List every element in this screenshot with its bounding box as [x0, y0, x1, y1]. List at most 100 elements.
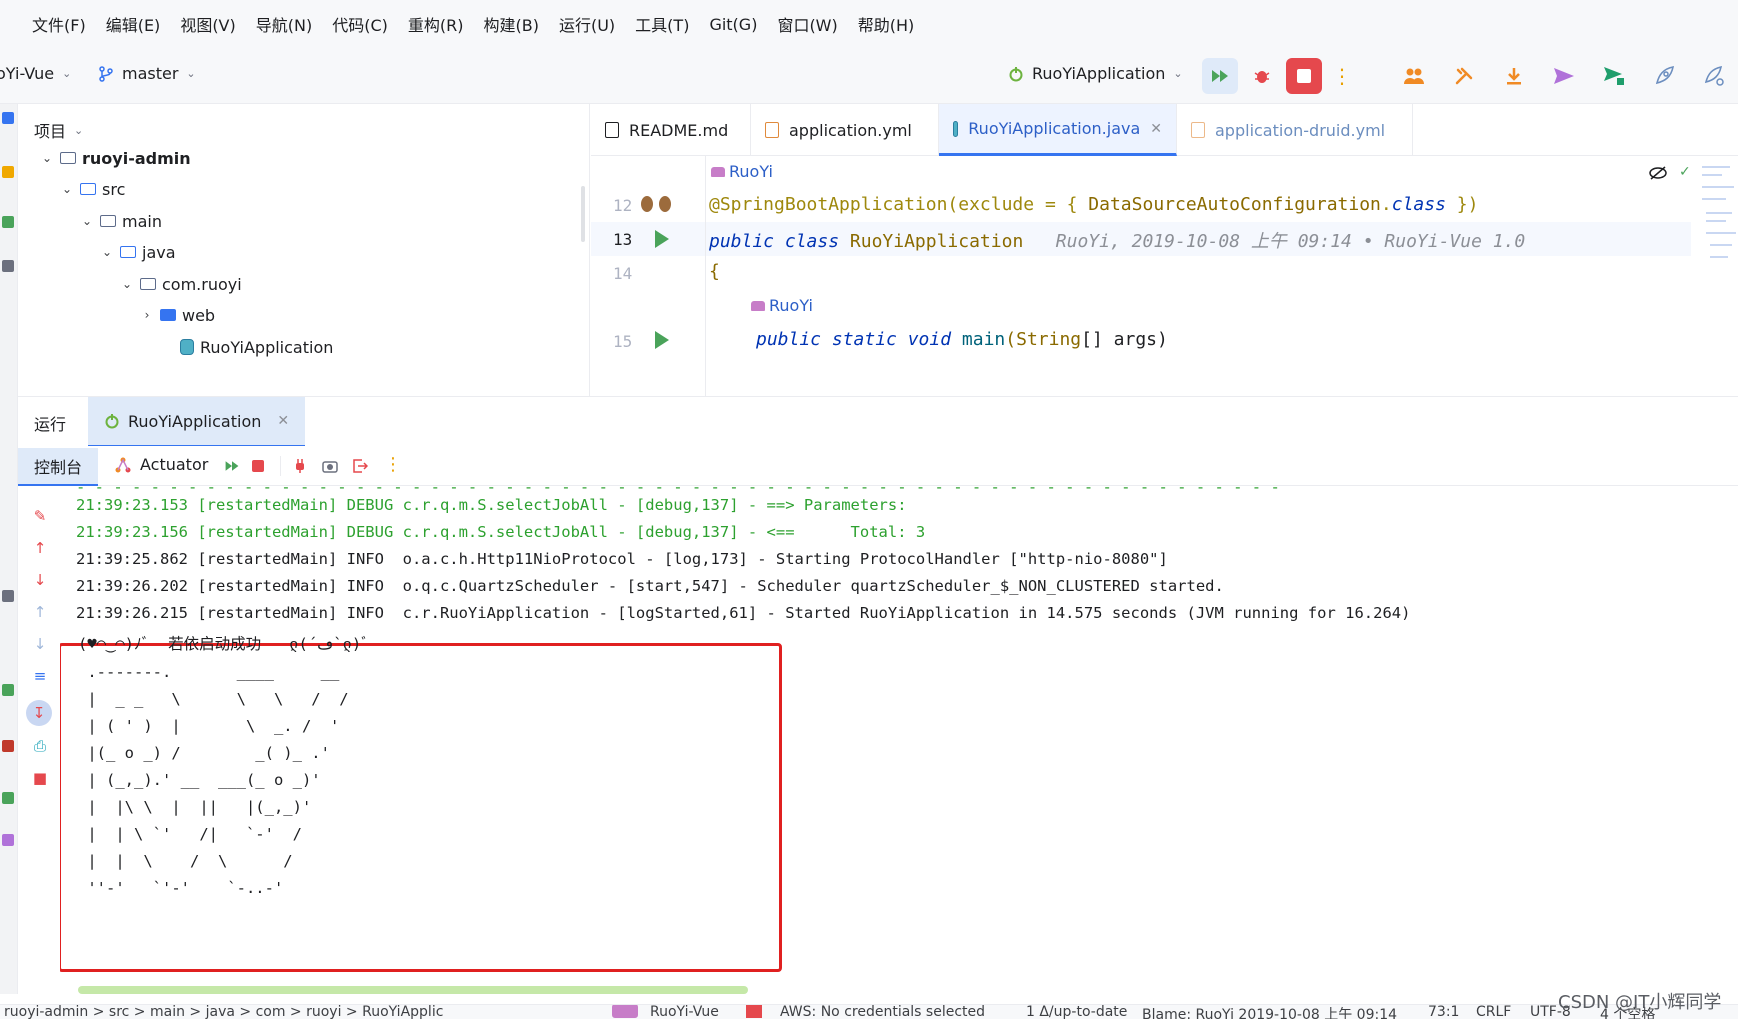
menu-tools[interactable]: 工具(T) [635, 12, 689, 36]
services-tool-icon[interactable] [2, 590, 14, 602]
rerun-icon[interactable] [224, 458, 240, 474]
run-tab-ruoyiapplication[interactable]: RuoYiApplication ✕ [88, 397, 306, 447]
actuator-icon [115, 457, 131, 472]
status-aws[interactable]: AWS: No credentials selected [780, 1005, 985, 1019]
tab-application-yml[interactable]: application.yml [751, 104, 939, 156]
download-button[interactable] [1496, 58, 1532, 94]
rerun-button[interactable] [1202, 58, 1238, 94]
arrow-up-icon[interactable]: ↑ [32, 540, 48, 556]
project-panel-header[interactable]: 项目 ⌄ [34, 118, 83, 142]
menu-refactor[interactable]: 重构(R) [408, 12, 464, 36]
rocket-button[interactable] [1646, 58, 1682, 94]
project-selector[interactable]: oYi-Vue ⌄ [0, 64, 71, 83]
plug-icon[interactable] [292, 458, 308, 474]
tree-item-web[interactable]: › web [140, 301, 216, 329]
arrow-down-icon[interactable]: ↓ [32, 572, 48, 588]
chevron-down-icon: ⌄ [61, 182, 73, 196]
status-project[interactable]: RuoYi-Vue [650, 1005, 719, 1019]
console-line: 21:39:23.156 [restartedMain] DEBUG c.r.q… [76, 523, 926, 541]
structure-tool-icon[interactable] [2, 216, 14, 228]
menu-code[interactable]: 代码(C) [332, 12, 388, 36]
scroll-to-end-icon[interactable]: ↧ [26, 700, 52, 726]
more-vertical-icon[interactable]: ⋮ [384, 454, 402, 475]
menu-view[interactable]: 视图(V) [180, 12, 235, 36]
stop-button[interactable] [1286, 58, 1322, 94]
print-icon[interactable]: ⎙ [32, 738, 48, 754]
menu-navigate[interactable]: 导航(N) [256, 12, 312, 36]
status-line-separator[interactable]: CRLF [1476, 1005, 1511, 1019]
users-button[interactable] [1396, 58, 1432, 94]
close-tab-icon[interactable]: ✕ [277, 413, 289, 429]
project-name: oYi-Vue [0, 64, 55, 83]
run-config-selector[interactable]: RuoYiApplication ⌄ [1008, 64, 1183, 83]
code-line-14[interactable]: { [709, 261, 720, 282]
menu-run[interactable]: 运行(U) [559, 12, 615, 36]
bookmarks-tool-icon[interactable] [2, 260, 14, 272]
menu-edit[interactable]: 编辑(E) [106, 12, 161, 36]
branch-selector[interactable]: master ⌄ [98, 64, 196, 83]
menu-help[interactable]: 帮助(H) [858, 12, 915, 36]
tree-item-main[interactable]: ⌄ main [80, 207, 162, 235]
tree-item-java[interactable]: ⌄ java [100, 238, 176, 266]
console-horizontal-scrollbar[interactable] [78, 986, 748, 994]
deploy-button[interactable] [1596, 58, 1632, 94]
tree-item-ruoyiapplication[interactable]: RuoYiApplication [160, 333, 333, 361]
tab-readme[interactable]: README.md [591, 104, 751, 156]
code-line-15[interactable]: public static void main(String[] args) [756, 329, 1168, 350]
tab-actuator[interactable]: Actuator [114, 455, 208, 474]
breadcrumb[interactable]: ruoyi-admin > src > main > java > com > … [4, 1005, 443, 1019]
spring-boot-icon [105, 414, 119, 429]
more-actions-button[interactable]: ⋮ [1330, 58, 1354, 94]
watermark: CSDN @IT小辉同学 [1558, 992, 1722, 1013]
menu-bar: 文件(F) 编辑(E) 视图(V) 导航(N) 代码(C) 重构(R) 构建(B… [0, 0, 1738, 48]
project-tool-icon[interactable] [2, 112, 14, 124]
menu-build[interactable]: 构建(B) [484, 12, 539, 36]
spring-bean-icon[interactable] [639, 194, 675, 214]
rocket-settings-button[interactable] [1696, 58, 1732, 94]
status-blame[interactable]: Blame: RuoYi 2019-10-08 上午 09:14 [1142, 1005, 1397, 1019]
tab-ruoyiapplication-java[interactable]: RuoYiApplication.java ✕ [939, 104, 1177, 156]
status-position[interactable]: 73:1 [1428, 1005, 1459, 1019]
menu-git[interactable]: Git(G) [709, 15, 757, 34]
banner-line: (♥◠‿◠)ﾉﾞ 若依启动成功 ლ(´ڡ`ლ)ﾞ [78, 635, 369, 653]
trash-icon[interactable]: ■ [32, 770, 48, 786]
stop-icon[interactable] [252, 460, 264, 472]
clear-pen-icon[interactable]: ✎ [32, 508, 48, 524]
run-gutter-icon[interactable] [655, 230, 669, 248]
status-git[interactable]: 1 Δ/up-to-date [1026, 1005, 1127, 1019]
git-tool-icon[interactable] [2, 834, 14, 846]
send-icon [1554, 68, 1574, 84]
menu-window[interactable]: 窗口(W) [777, 12, 837, 36]
send-button[interactable] [1546, 58, 1582, 94]
arrow-down-light-icon[interactable]: ↓ [32, 636, 48, 652]
debug-button[interactable] [1244, 58, 1280, 94]
arrow-up-light-icon[interactable]: ↑ [32, 604, 48, 620]
author-hint[interactable]: RuoYi [751, 296, 813, 315]
soft-wrap-icon[interactable]: ≡ [32, 668, 48, 684]
problems-tool-icon[interactable] [2, 740, 14, 752]
build-tools-button[interactable] [1446, 58, 1482, 94]
run-tool-icon[interactable] [2, 684, 14, 696]
code-line-13[interactable]: public class RuoYiApplication RuoYi, 201… [709, 227, 1525, 253]
users-icon [1404, 68, 1424, 84]
code-line-12[interactable]: @SpringBootApplication(exclude = { DataS… [709, 194, 1478, 215]
author-hint[interactable]: RuoYi [711, 162, 773, 181]
chevron-down-icon: ⌄ [62, 67, 72, 80]
menu-file[interactable]: 文件(F) [32, 12, 86, 36]
tab-application-druid-yml[interactable]: application-druid.yml [1177, 104, 1413, 156]
tree-item-ruoyi-admin[interactable]: ⌄ ruoyi-admin [40, 144, 191, 172]
tree-item-com-ruoyi[interactable]: ⌄ com.ruoyi [120, 270, 242, 298]
console-output[interactable]: - - - - - - - - - - - - - - - - - - - - … [60, 486, 1738, 994]
close-tab-icon[interactable]: ✕ [1150, 121, 1162, 137]
stop-icon [1297, 69, 1311, 83]
terminal-tool-icon[interactable] [2, 792, 14, 804]
reader-mode-icon[interactable] [1649, 166, 1667, 180]
exit-icon[interactable] [352, 458, 368, 474]
tab-console[interactable]: 控制台 [18, 448, 99, 486]
commit-tool-icon[interactable] [2, 166, 14, 178]
code-minimap[interactable] [1696, 156, 1738, 396]
run-gutter-icon[interactable] [655, 331, 669, 349]
camera-icon[interactable] [322, 458, 338, 474]
tree-item-src[interactable]: ⌄ src [60, 175, 125, 203]
project-scrollbar[interactable] [581, 186, 585, 242]
